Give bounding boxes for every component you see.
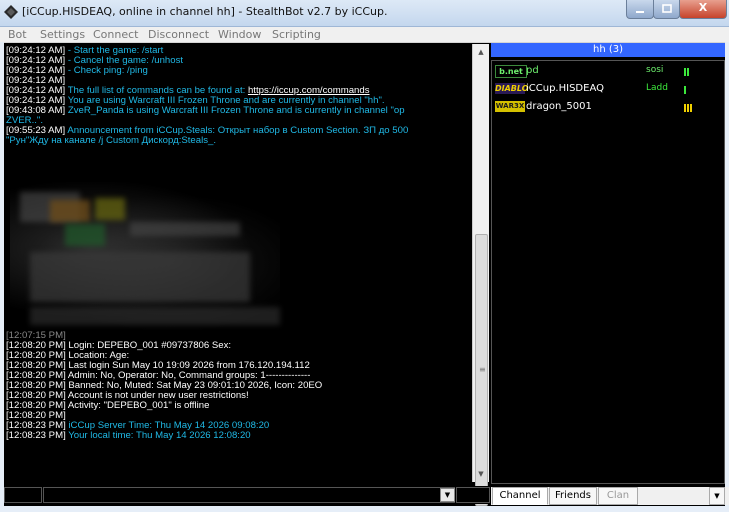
channel-header: hh (3) <box>491 43 725 57</box>
war3x-product-icon: WAR3X <box>495 101 525 112</box>
maximize-icon <box>661 4 672 13</box>
scroll-up-arrow-icon[interactable]: ▲ <box>473 44 489 60</box>
chat-line: "Рун"Жду на канале /j Custom Дискорд:Ste… <box>6 135 217 146</box>
menu-window[interactable]: Window <box>218 28 261 41</box>
chat-scrollbar[interactable]: ▲ ≡ ▼ <box>472 44 489 506</box>
minimize-button[interactable] <box>626 0 654 19</box>
chat-input[interactable] <box>43 487 455 503</box>
title-bar: [iCCup.HISDEAQ, online in channel hh] - … <box>0 0 729 27</box>
user-row[interactable]: b.net pd sosi <box>494 64 722 78</box>
ping-icon <box>684 67 689 76</box>
menu-bot[interactable]: Bot <box>8 28 27 41</box>
chat-log[interactable]: [09:24:12 AM] - Start the game: /start [… <box>4 44 472 482</box>
tab-clan[interactable]: Clan <box>598 487 638 505</box>
menu-connect[interactable]: Connect <box>93 28 138 41</box>
menu-disconnect[interactable]: Disconnect <box>148 28 209 41</box>
window-frame-bottom <box>0 506 729 512</box>
menu-settings[interactable]: Settings <box>40 28 85 41</box>
menu-bar: Bot Settings Connect Disconnect Window S… <box>0 27 729 43</box>
maximize-button[interactable] <box>653 0 680 19</box>
suffix-field[interactable] <box>456 487 490 503</box>
chevron-down-icon[interactable]: ▼ <box>709 487 725 505</box>
ping-icon <box>684 103 692 112</box>
user-flag: sosi <box>646 65 664 75</box>
grip-icon: ≡ <box>479 365 486 374</box>
scroll-down-arrow-icon[interactable]: ▼ <box>473 466 489 482</box>
user-name: iCCup.HISDEAQ <box>526 83 604 94</box>
menu-scripting[interactable]: Scripting <box>272 28 321 41</box>
stealthbot-app-icon <box>4 5 18 19</box>
close-icon: X <box>698 1 708 14</box>
user-list[interactable]: b.net pd sosi DIABLO iCCup.HISDEAQ Ladd … <box>491 60 725 484</box>
user-row[interactable]: WAR3X dragon_5001 <box>494 100 722 114</box>
close-button[interactable]: X <box>679 0 727 19</box>
window-frame-right <box>725 42 729 512</box>
diablo-product-icon: DIABLO <box>495 83 529 94</box>
input-bar: ▼ <box>4 486 490 504</box>
chat-line: [09:43:08 AM] ZveR_Panda is using Warcra… <box>6 105 405 116</box>
minimize-icon <box>636 11 644 13</box>
prefix-field[interactable] <box>4 487 42 503</box>
chevron-down-icon[interactable]: ▼ <box>440 488 455 502</box>
bnet-product-icon: b.net <box>495 65 527 78</box>
chat-line: [12:08:23 PM] Your local time: Thu May 1… <box>6 430 251 441</box>
window-title: [iCCup.HISDEAQ, online in channel hh] - … <box>22 5 388 18</box>
tab-friends[interactable]: Friends <box>549 487 597 505</box>
user-row[interactable]: DIABLO iCCup.HISDEAQ Ladd <box>494 82 722 96</box>
channel-panel: hh (3) b.net pd sosi DIABLO iCCup.HISDEA… <box>491 43 725 484</box>
panel-tabs: Channel Friends Clan ▼ <box>491 487 729 505</box>
redacted-region <box>10 182 280 330</box>
tab-channel[interactable]: Channel <box>492 487 548 505</box>
user-name: dragon_5001 <box>526 101 592 112</box>
ping-icon <box>684 85 686 94</box>
user-name: pd <box>526 65 539 76</box>
user-flag: Ladd <box>646 83 668 93</box>
